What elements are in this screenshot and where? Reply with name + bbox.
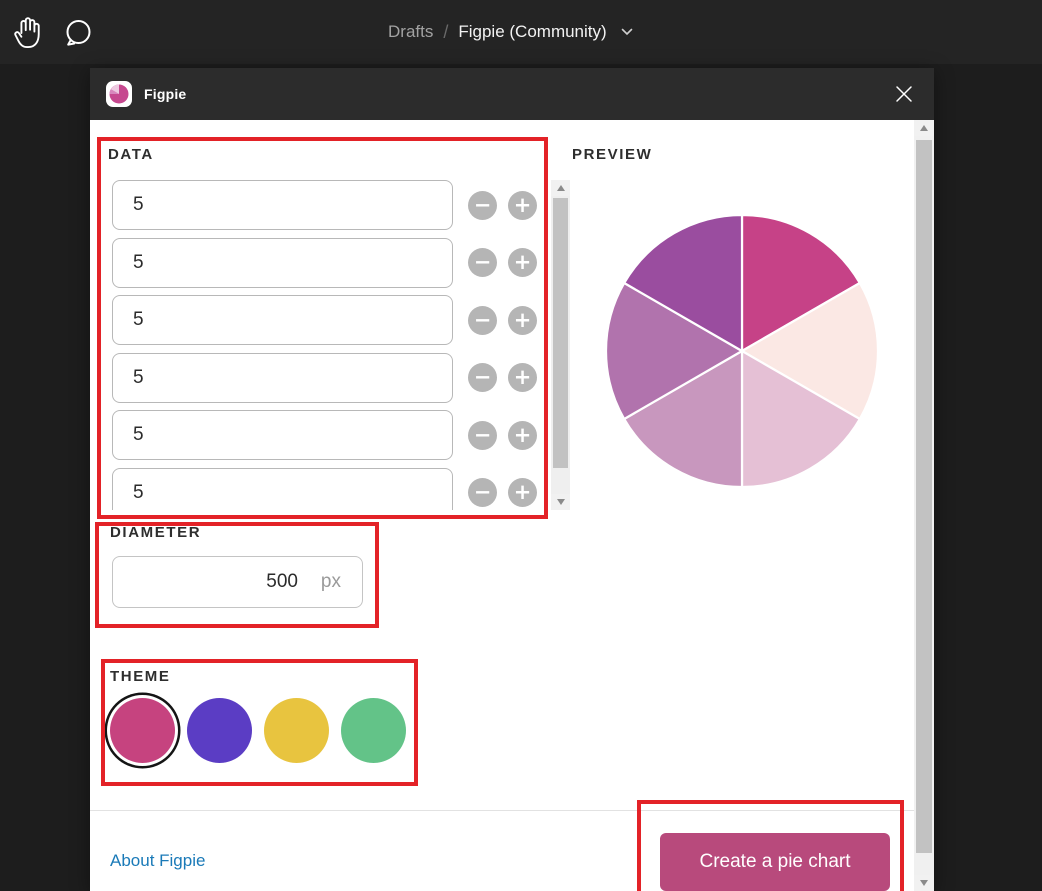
breadcrumb: Drafts / Figpie (Community) bbox=[388, 0, 633, 64]
figma-toolbar: Drafts / Figpie (Community) bbox=[0, 0, 1042, 64]
data-list-scrollbar[interactable] bbox=[551, 180, 570, 510]
footer-divider bbox=[90, 810, 914, 811]
theme-section-label: THEME bbox=[110, 668, 171, 685]
scrollbar-thumb[interactable] bbox=[916, 140, 932, 853]
data-value-input[interactable] bbox=[112, 410, 453, 460]
preview-section-label: PREVIEW bbox=[572, 146, 652, 163]
data-section-label: DATA bbox=[108, 146, 154, 163]
increment-button[interactable]: + bbox=[508, 191, 537, 220]
plugin-title: Figpie bbox=[144, 86, 186, 102]
close-icon[interactable] bbox=[890, 80, 918, 108]
increment-button[interactable]: + bbox=[508, 363, 537, 392]
increment-button[interactable]: + bbox=[508, 421, 537, 450]
data-row: − + bbox=[112, 180, 557, 230]
data-value-input[interactable] bbox=[112, 468, 453, 510]
scroll-up-button[interactable] bbox=[551, 180, 570, 196]
decrement-button[interactable]: − bbox=[468, 248, 497, 277]
plugin-window-scrollbar[interactable] bbox=[914, 120, 934, 891]
decrement-button[interactable]: − bbox=[468, 363, 497, 392]
data-row: − + bbox=[112, 295, 557, 345]
breadcrumb-separator: / bbox=[443, 22, 448, 43]
diameter-section-label: DIAMETER bbox=[110, 524, 201, 541]
create-pie-chart-button[interactable]: Create a pie chart bbox=[660, 833, 890, 891]
hand-icon bbox=[12, 15, 44, 51]
data-row: − + bbox=[112, 468, 557, 510]
plugin-header: Figpie bbox=[90, 68, 934, 120]
hand-tool-button[interactable] bbox=[8, 13, 48, 53]
diameter-field: px bbox=[112, 556, 363, 608]
triangle-up-icon bbox=[557, 185, 565, 191]
decrement-button[interactable]: − bbox=[468, 191, 497, 220]
triangle-down-icon bbox=[557, 499, 565, 505]
data-value-input[interactable] bbox=[112, 353, 453, 403]
chevron-down-icon[interactable] bbox=[621, 28, 633, 36]
decrement-button[interactable]: − bbox=[468, 478, 497, 507]
pie-chart-preview bbox=[603, 212, 881, 490]
increment-button[interactable]: + bbox=[508, 248, 537, 277]
scroll-up-button[interactable] bbox=[914, 120, 934, 136]
decrement-button[interactable]: − bbox=[468, 306, 497, 335]
scroll-down-button[interactable] bbox=[914, 875, 934, 891]
increment-button[interactable]: + bbox=[508, 306, 537, 335]
triangle-down-icon bbox=[920, 880, 928, 886]
decrement-button[interactable]: − bbox=[468, 421, 497, 450]
figpie-logo-icon bbox=[106, 81, 132, 107]
data-value-input[interactable] bbox=[112, 180, 453, 230]
breadcrumb-folder[interactable]: Drafts bbox=[388, 22, 433, 42]
theme-swatch-green[interactable] bbox=[341, 698, 406, 763]
theme-swatch-pink[interactable] bbox=[110, 698, 175, 763]
diameter-unit-label: px bbox=[321, 571, 341, 593]
plugin-content: DATA PREVIEW − + − + − + − + − + − + DIA… bbox=[90, 120, 914, 891]
theme-swatch-yellow[interactable] bbox=[264, 698, 329, 763]
theme-swatch-purple[interactable] bbox=[187, 698, 252, 763]
scroll-down-button[interactable] bbox=[551, 494, 570, 510]
data-value-input[interactable] bbox=[112, 238, 453, 288]
triangle-up-icon bbox=[920, 125, 928, 131]
comment-icon bbox=[63, 18, 93, 48]
data-value-input[interactable] bbox=[112, 295, 453, 345]
data-rows: − + − + − + − + − + − + bbox=[112, 180, 557, 510]
data-row: − + bbox=[112, 238, 557, 288]
scrollbar-thumb[interactable] bbox=[553, 198, 568, 468]
comment-tool-button[interactable] bbox=[58, 13, 98, 53]
data-row: − + bbox=[112, 353, 557, 403]
about-figpie-link[interactable]: About Figpie bbox=[110, 851, 205, 871]
increment-button[interactable]: + bbox=[508, 478, 537, 507]
data-row: − + bbox=[112, 410, 557, 460]
breadcrumb-file-name[interactable]: Figpie (Community) bbox=[458, 22, 606, 42]
figpie-plugin-window: Figpie DATA PREVIEW − + − + − + − + − + … bbox=[90, 68, 934, 891]
theme-swatches bbox=[110, 698, 406, 763]
